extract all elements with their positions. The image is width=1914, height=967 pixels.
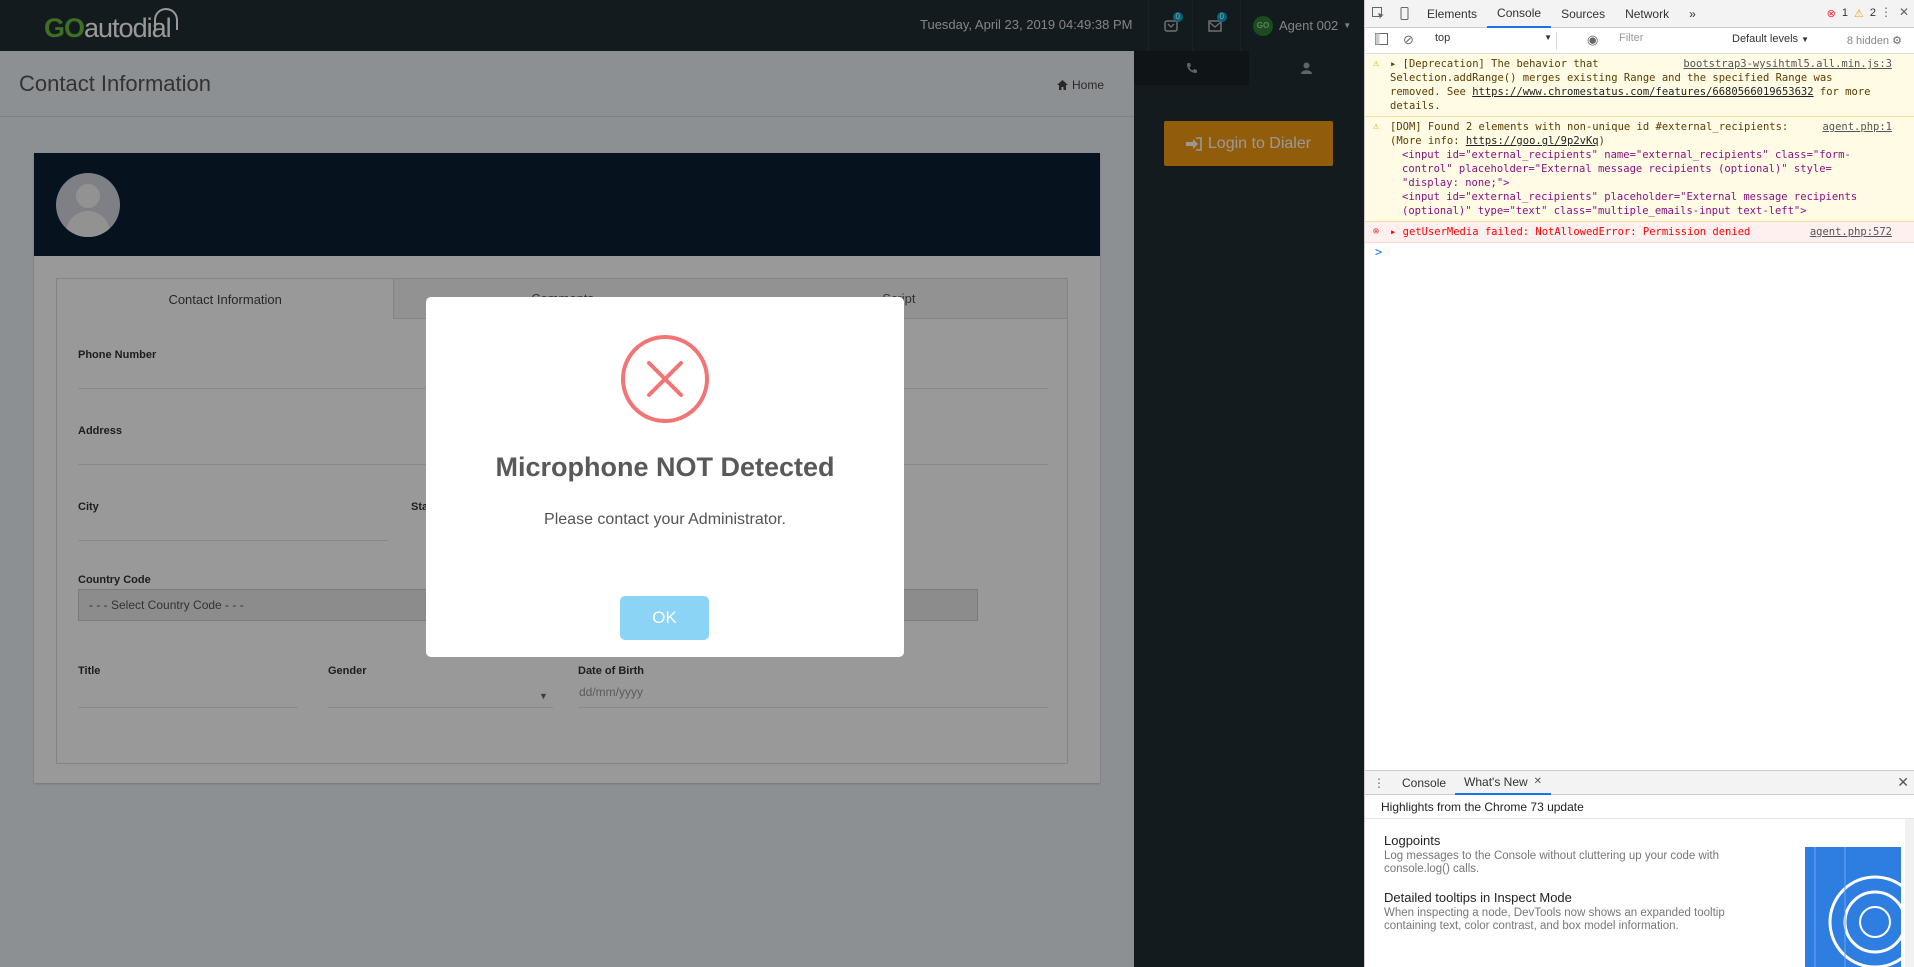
log-text-tail: ) (1598, 135, 1605, 147)
tab-console[interactable]: Console (1487, 0, 1552, 28)
kebab-menu-icon[interactable]: ⋮ (1880, 5, 1892, 19)
whats-new-item-desc: Log messages to the Console without clut… (1384, 850, 1719, 875)
error-count-icon: ⊗ (1826, 8, 1836, 20)
whats-new-item-title: Logpoints (1384, 833, 1441, 848)
tab-elements[interactable]: Elements (1417, 0, 1487, 28)
tab-sources[interactable]: Sources (1551, 0, 1615, 28)
settings-gear-icon[interactable]: ⚙ (1892, 35, 1902, 47)
console-messages: ⚠ bootstrap3-wysihtml5.all.min.js:3 ▸ [Dep… (1365, 54, 1914, 261)
close-drawer-icon[interactable]: ✕ (1897, 774, 1909, 791)
whats-new-item[interactable]: Detailed tooltips in Inspect Mode When i… (1365, 890, 1765, 933)
hidden-count-label: 8 hidden (1846, 35, 1890, 47)
device-icon (1400, 7, 1408, 20)
drawer-tabs: ⋮ Console What's New ✕ ✕ (1365, 771, 1914, 795)
ok-button[interactable]: OK (620, 596, 709, 640)
drawer-scrollbar[interactable] (1905, 819, 1914, 967)
inspect-element-button[interactable] (1365, 0, 1391, 28)
log-link[interactable]: https://www.chromestatus.com/features/66… (1472, 86, 1813, 98)
warning-icon: ⚠ (1373, 58, 1380, 69)
agent-app: GO autodial Tuesday, April 23, 2019 04:49… (0, 0, 1364, 967)
whats-new-item-desc: When inspecting a node, DevTools now sho… (1384, 907, 1725, 932)
close-devtools-icon[interactable]: ✕ (1899, 5, 1909, 19)
more-tabs-button[interactable]: » (1679, 0, 1706, 28)
console-warning-dom[interactable]: ⚠ agent.php:1 [DOM] Found 2 elements with … (1365, 117, 1914, 222)
modal-message: Please contact your Administrator. (544, 511, 786, 528)
log-link[interactable]: https://goo.gl/9p2vKq (1466, 135, 1599, 147)
hidden-count: 8 hidden ⚙ (1847, 34, 1902, 47)
drawer-menu-icon[interactable]: ⋮ (1365, 776, 1393, 790)
issue-counts[interactable]: ⊗ 1 ⚠ 2 (1827, 7, 1876, 20)
drawer-tab-console[interactable]: Console (1393, 771, 1455, 795)
log-text: getUserMedia failed: NotAllowedError: Pe… (1402, 226, 1751, 238)
console-prompt[interactable]: > (1365, 243, 1914, 261)
console-filter-input[interactable]: Filter (1615, 32, 1720, 50)
error-icon: ⊗ (1373, 226, 1380, 237)
levels-caret-icon: ▼ (1801, 35, 1810, 44)
sidebar-toggle-icon[interactable] (1375, 33, 1388, 48)
device-toolbar-button[interactable] (1391, 0, 1417, 28)
eye-icon[interactable]: ◉ (1587, 32, 1598, 48)
inspect-cursor-icon (1371, 7, 1384, 19)
console-error-getusermedia[interactable]: ⊗ agent.php:572 ▸ getUserMedia failed: Not… (1365, 222, 1914, 243)
warning-count: 2 (1869, 7, 1876, 19)
log-source-link[interactable]: agent.php:1 (1822, 120, 1892, 134)
devtools-toolbar: Elements Console Sources Network » ⊗ 1 ⚠ 2… (1365, 0, 1914, 28)
drawer-tab-whats-new[interactable]: What's New ✕ (1455, 771, 1552, 795)
clear-console-icon[interactable]: ⊘ (1403, 32, 1414, 48)
log-source-link[interactable]: agent.php:572 (1810, 225, 1892, 239)
devtools-panel: Elements Console Sources Network » ⊗ 1 ⚠ 2… (1364, 0, 1914, 967)
log-levels-label: Default levels (1732, 33, 1799, 45)
log-levels-select[interactable]: Default levels ▼ (1732, 33, 1809, 45)
devtools-drawer: ⋮ Console What's New ✕ ✕ Highlights from … (1365, 770, 1914, 967)
error-x-icon (621, 335, 709, 423)
console-warning-deprecation[interactable]: ⚠ bootstrap3-wysihtml5.all.min.js:3 ▸ [Dep… (1365, 54, 1914, 117)
context-select[interactable]: top ▼ (1431, 32, 1557, 50)
close-tab-icon[interactable]: ✕ (1534, 776, 1542, 787)
modal-title: Microphone NOT Detected (495, 452, 835, 482)
context-value: top (1435, 32, 1451, 44)
console-filter-bar: ⊘ top ▼ ◉ Filter Default levels ▼ 8 hidd… (1365, 28, 1914, 54)
log-code-1[interactable]: <input id="external_recipients" name="ex… (1390, 148, 1908, 190)
error-modal: Microphone NOT Detected Please contact y… (426, 297, 904, 657)
error-count: 1 (1841, 7, 1848, 19)
warning-icon: ⚠ (1373, 121, 1380, 132)
warning-count-icon: ⚠ (1854, 8, 1864, 20)
log-source-link[interactable]: bootstrap3-wysihtml5.all.min.js:3 (1683, 57, 1892, 71)
context-caret-icon: ▼ (1544, 33, 1552, 42)
log-code-2[interactable]: <input id="external_recipients" placehol… (1390, 190, 1908, 218)
whats-new-item-title: Detailed tooltips in Inspect Mode (1384, 890, 1572, 905)
tab-network[interactable]: Network (1615, 0, 1679, 28)
whats-new-thumbnail (1805, 847, 1901, 967)
whats-new-item[interactable]: Logpoints Log messages to the Console wi… (1365, 833, 1765, 876)
whats-new-heading: Highlights from the Chrome 73 update (1365, 795, 1914, 819)
drawer-tab-whats-new-label: What's New (1464, 774, 1528, 789)
